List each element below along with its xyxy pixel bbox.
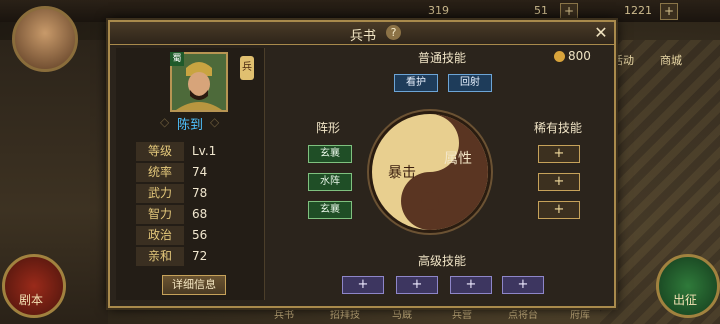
- scenario-button[interactable]: 剧本: [2, 254, 66, 318]
- resource-3-value: 1221: [624, 4, 652, 17]
- add-resource-3-button[interactable]: +: [660, 3, 678, 20]
- rare-skill-add-button[interactable]: +: [538, 201, 580, 219]
- rare-skill-add-button[interactable]: +: [538, 173, 580, 191]
- hero-name: 陈到: [176, 118, 203, 133]
- close-icon[interactable]: ✕: [592, 24, 610, 42]
- dialog-title: 兵书: [350, 29, 377, 44]
- march-label: 出征: [673, 293, 698, 307]
- scenario-label: 剧本: [19, 293, 44, 307]
- stat-label: 亲和: [136, 247, 184, 266]
- normal-skills-title: 普通技能: [418, 51, 467, 65]
- stat-row-leadership: 统率 74: [136, 163, 254, 183]
- shop-label: 商城: [660, 54, 682, 67]
- stat-row-force: 武力 78: [136, 184, 254, 204]
- tab-general-platform[interactable]: 点将台: [508, 306, 538, 321]
- attribute-label: 属性: [444, 151, 472, 167]
- dialog-title-bar: 兵书 ? ✕: [110, 22, 614, 45]
- formation-button[interactable]: 玄襄: [308, 145, 352, 163]
- yin-yang-emblem: 暴击 属性: [366, 108, 494, 236]
- stat-value: 74: [192, 165, 208, 179]
- formation-title: 阵形: [316, 121, 341, 135]
- stat-row-charisma: 亲和 72: [136, 247, 254, 267]
- stat-label: 等级: [136, 142, 184, 161]
- stat-row-politics: 政治 56: [136, 226, 254, 246]
- advanced-skill-add-button[interactable]: +: [396, 276, 438, 294]
- stat-value: 68: [192, 207, 208, 221]
- formation-button[interactable]: 水阵: [308, 173, 352, 191]
- next-hero-icon[interactable]: ◇: [210, 115, 219, 129]
- rare-skill-add-button[interactable]: +: [538, 145, 580, 163]
- rare-skills-title: 稀有技能: [534, 121, 583, 135]
- tab-barracks[interactable]: 兵营: [452, 306, 472, 321]
- stat-value: 56: [192, 228, 208, 242]
- player-avatar[interactable]: [12, 6, 78, 72]
- stat-label: 统率: [136, 163, 184, 182]
- yin-yang-icon: [367, 109, 493, 235]
- help-icon[interactable]: ?: [386, 25, 401, 40]
- stat-label: 智力: [136, 205, 184, 224]
- troop-type-badge: 兵: [240, 56, 254, 80]
- tab-recruit[interactable]: 招拜技: [330, 306, 360, 321]
- tab-stable[interactable]: 马厩: [392, 306, 412, 321]
- stat-row-intelligence: 智力 68: [136, 205, 254, 225]
- formation-button[interactable]: 玄襄: [308, 201, 352, 219]
- shop-button[interactable]: 商城: [660, 52, 682, 68]
- tab-art-of-war[interactable]: 兵书: [274, 306, 294, 321]
- tab-treasury[interactable]: 府库: [570, 306, 590, 321]
- faction-badge: 蜀: [170, 52, 184, 66]
- stat-value: 72: [192, 249, 208, 263]
- advanced-skills-title: 高级技能: [418, 254, 467, 268]
- stat-label: 武力: [136, 184, 184, 203]
- advanced-skill-add-button[interactable]: +: [342, 276, 384, 294]
- hero-name-row: ◇ 陈到 ◇: [116, 114, 264, 133]
- resource-bar: 319 51 + 1221 +: [0, 0, 720, 22]
- stat-row-level: 等级 Lv.1: [136, 142, 254, 162]
- advanced-skill-add-button[interactable]: +: [450, 276, 492, 294]
- add-resource-2-button[interactable]: +: [560, 3, 578, 20]
- march-button[interactable]: 出征: [656, 254, 720, 318]
- gold-amount: 800: [568, 49, 591, 63]
- normal-skill-button[interactable]: 看护: [394, 74, 438, 92]
- normal-skill-button[interactable]: 回射: [448, 74, 492, 92]
- resource-2-value: 51: [534, 4, 548, 17]
- coin-icon: [554, 51, 565, 62]
- art-of-war-dialog: 兵书 ? ✕ 蜀 兵 ◇ 陈到 ◇ 等级 Lv.1 统率 74 武力 78 智力…: [108, 20, 616, 308]
- advanced-skill-add-button[interactable]: +: [502, 276, 544, 294]
- resource-1-value: 319: [428, 4, 449, 17]
- stat-value: 78: [192, 186, 208, 200]
- details-button[interactable]: 详细信息: [162, 275, 226, 295]
- stat-value: Lv.1: [192, 144, 217, 158]
- stat-label: 政治: [136, 226, 184, 245]
- hero-info-panel: 蜀 兵 ◇ 陈到 ◇ 等级 Lv.1 统率 74 武力 78 智力 68 政治 …: [116, 48, 265, 300]
- crit-label: 暴击: [388, 165, 416, 181]
